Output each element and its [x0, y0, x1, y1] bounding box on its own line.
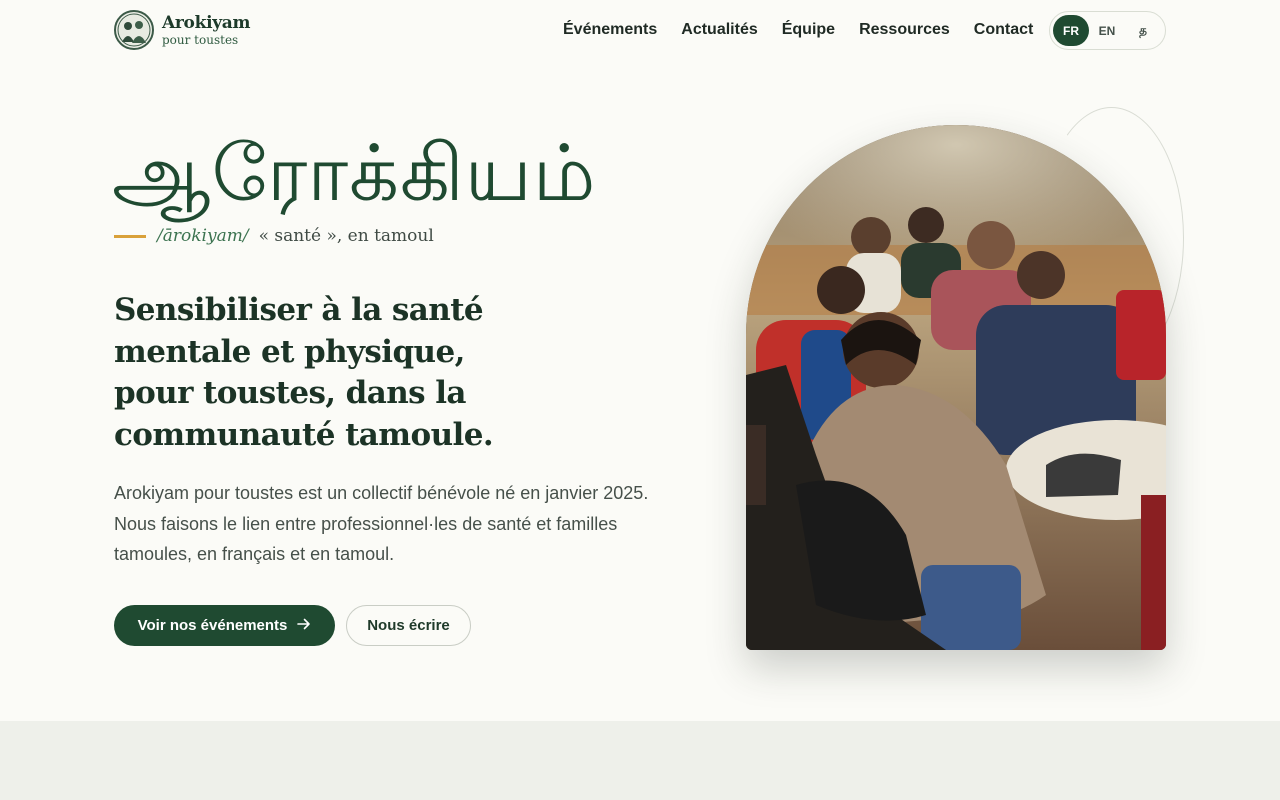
lang-en-button[interactable]: EN [1089, 15, 1125, 46]
brand-name: Arokiyam [162, 13, 251, 33]
meaning: « santé », en tamoul [258, 226, 434, 246]
nav-equipe[interactable]: Équipe [782, 20, 835, 40]
site-header: Arokiyam pour toustes Événements Actuali… [0, 0, 1280, 60]
lang-ta-button[interactable]: த [1125, 15, 1161, 46]
language-switcher: FR EN த [1049, 11, 1166, 50]
pronunciation: /ārokiyam/ [157, 226, 249, 246]
arrow-right-icon [297, 617, 311, 634]
hero-photo [746, 125, 1166, 650]
main-nav: Événements Actualités Équipe Ressources … [563, 20, 1057, 40]
nav-evenements[interactable]: Événements [563, 20, 657, 40]
write-us-button[interactable]: Nous écrire [346, 605, 471, 646]
brand-tagline: pour toustes [162, 33, 239, 47]
hero-intro: Arokiyam pour toustes est un collectif b… [114, 483, 649, 564]
pronunciation-line: /ārokiyam/ « santé », en tamoul [114, 226, 434, 246]
nav-contact[interactable]: Contact [974, 20, 1034, 40]
lang-fr-button[interactable]: FR [1053, 15, 1089, 46]
see-events-button[interactable]: Voir nos événements [114, 605, 335, 646]
brand-home-link[interactable]: Arokiyam pour toustes [114, 10, 251, 50]
accent-dash [114, 234, 146, 238]
nav-actualites[interactable]: Actualités [681, 20, 757, 40]
nav-ressources[interactable]: Ressources [859, 20, 950, 40]
logo-icon [114, 10, 154, 50]
hero-headline: Sensibiliser à la santé mentale et physi… [114, 292, 494, 453]
tamil-title: ஆரோக்கியம் [112, 129, 597, 219]
next-section-band [0, 721, 1280, 800]
see-events-label: Voir nos événements [137, 617, 288, 634]
